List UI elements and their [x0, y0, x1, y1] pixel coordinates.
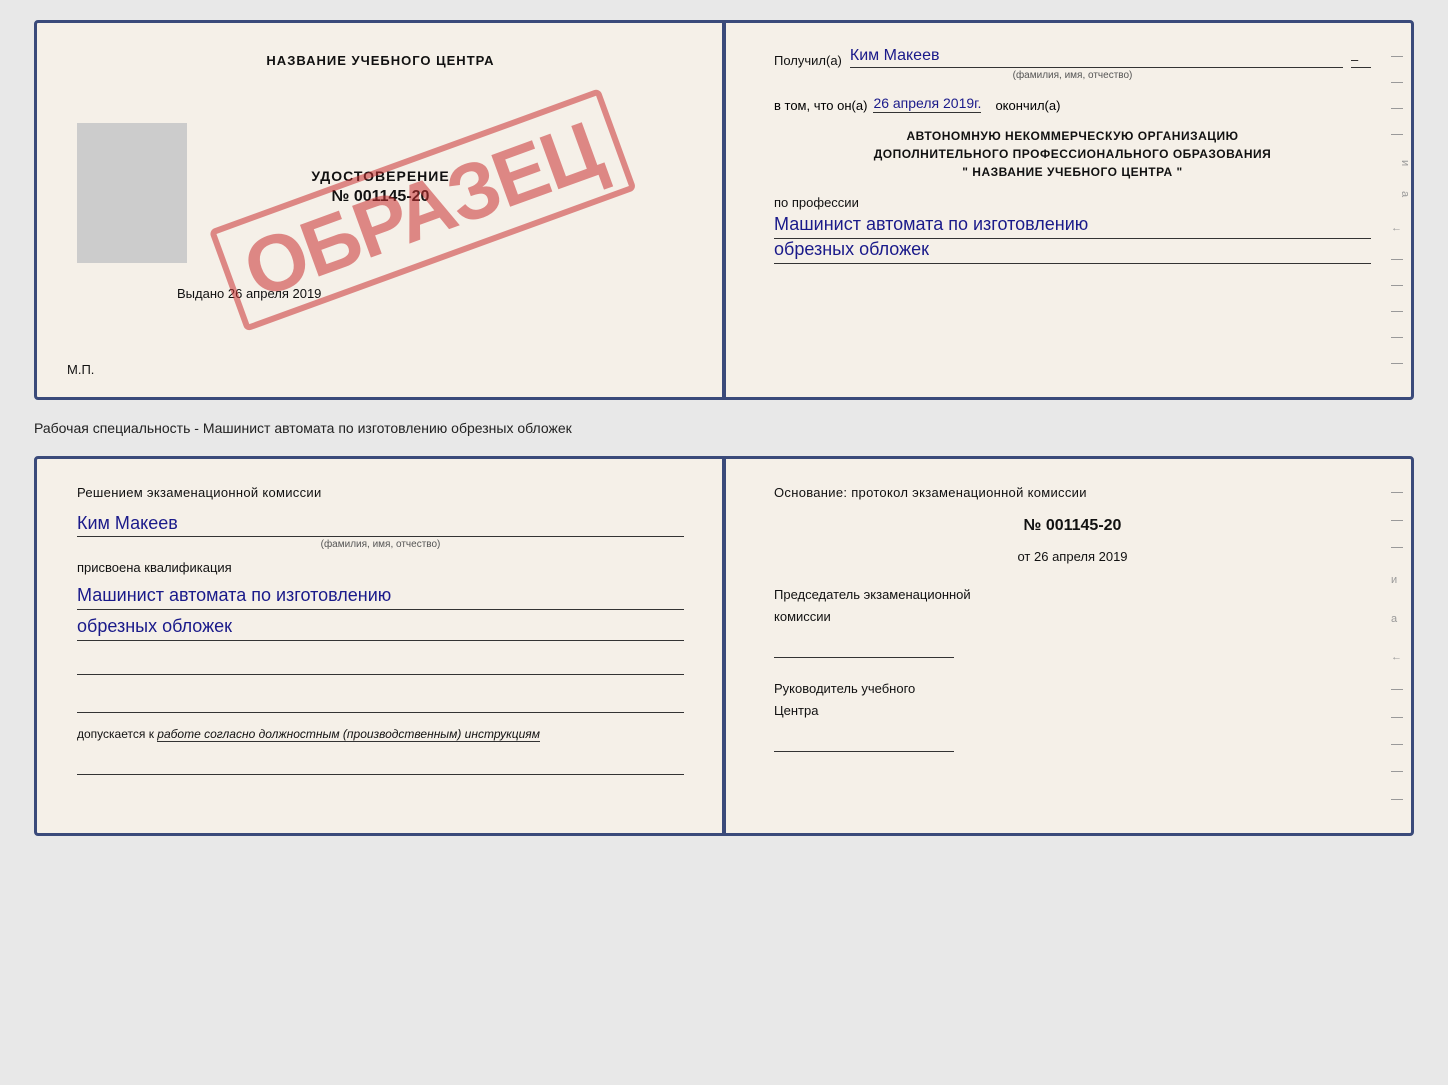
b-edge-line-2: [1391, 520, 1403, 521]
top-doc-left: НАЗВАНИЕ УЧЕБНОГО ЦЕНТРА ОБРАЗЕЦ УДОСТОВ…: [37, 23, 724, 397]
edge-line-9: [1391, 363, 1403, 364]
decision-text: Решением экзаменационной комиссии: [77, 483, 684, 503]
b-side-arrow: ←: [1391, 651, 1411, 663]
bottom-right-edge-decoration: и а ←: [1391, 459, 1411, 833]
b-edge-line-5: [1391, 717, 1403, 718]
b-side-а: а: [1391, 613, 1411, 625]
blank-line-3: [77, 755, 684, 775]
profession-block: по профессии Машинист автомата по изгото…: [774, 195, 1371, 264]
b-edge-line-8: [1391, 799, 1403, 800]
issue-date-value: 26 апреля 2019: [228, 286, 322, 301]
in-tom-date: 26 апреля 2019г.: [873, 95, 981, 113]
допускается-block: допускается к работе согласно должностны…: [77, 727, 684, 741]
from-label: от: [1017, 549, 1030, 564]
b-edge-line-6: [1391, 744, 1403, 745]
in-tom-label: в том, что он(а): [774, 98, 867, 113]
blank-line-1: [77, 655, 684, 675]
profession-line1: Машинист автомата по изготовлению: [774, 214, 1371, 239]
edge-line-3: [1391, 108, 1403, 109]
basis-text: Основание: протокол экзаменационной коми…: [774, 483, 1371, 503]
chairman-sig-line: [774, 634, 954, 658]
b-side-и: и: [1391, 574, 1411, 586]
mp-label: М.П.: [67, 362, 94, 377]
b-edge-line-7: [1391, 771, 1403, 772]
chairman-block: Председатель экзаменационной комиссии: [774, 586, 1371, 658]
assigned-text: присвоена квалификация: [77, 560, 684, 575]
qual-block: Машинист автомата по изготовлению обрезн…: [77, 585, 684, 641]
edge-line-5: [1391, 259, 1403, 260]
head-block: Руководитель учебного Центра: [774, 680, 1371, 752]
side-text-а: а: [1391, 191, 1411, 197]
bottom-name: Ким Макеев: [77, 513, 684, 537]
edge-line-4: [1391, 134, 1403, 135]
blank-line-2: [77, 693, 684, 713]
cert-number: № 001145-20: [332, 188, 430, 206]
b-edge-line-3: [1391, 547, 1403, 548]
finished-label: окончил(а): [995, 98, 1060, 113]
photo-area: [77, 123, 187, 263]
edge-line-8: [1391, 337, 1403, 338]
допускается-text: работе согласно должностным (производств…: [157, 727, 540, 742]
qual-line2: обрезных обложек: [77, 616, 684, 641]
issue-date: Выдано 26 апреля 2019: [177, 286, 321, 301]
issue-date-label: Выдано: [177, 286, 224, 301]
received-sub: (фамилия, имя, отчество): [774, 70, 1371, 81]
bottom-name-block: Ким Макеев (фамилия, имя, отчество): [77, 513, 684, 550]
b-edge-line-4: [1391, 689, 1403, 690]
chairman-label2: комиссии: [774, 608, 1371, 626]
org-line1: АВТОНОМНУЮ НЕКОММЕРЧЕСКУЮ ОРГАНИЗАЦИЮ: [774, 127, 1371, 145]
head-sig-line: [774, 728, 954, 752]
b-edge-line-1: [1391, 492, 1403, 493]
document-caption: Рабочая специальность - Машинист автомат…: [34, 416, 572, 440]
in-tom-row: в том, что он(а) 26 апреля 2019г. окончи…: [774, 95, 1371, 113]
right-edge-decoration: и а ←: [1391, 23, 1411, 397]
protocol-number-block: № 001145-20: [774, 517, 1371, 535]
side-text-arrow: ←: [1391, 222, 1411, 234]
protocol-date-block: от 26 апреля 2019: [774, 549, 1371, 564]
bottom-name-sub: (фамилия, имя, отчество): [77, 539, 684, 550]
top-document: НАЗВАНИЕ УЧЕБНОГО ЦЕНТРА ОБРАЗЕЦ УДОСТОВ…: [34, 20, 1414, 400]
org-block: АВТОНОМНУЮ НЕКОММЕРЧЕСКУЮ ОРГАНИЗАЦИЮ ДО…: [774, 127, 1371, 181]
received-label: Получил(а): [774, 53, 842, 68]
edge-line-6: [1391, 285, 1403, 286]
cert-title: УДОСТОВЕРЕНИЕ: [311, 168, 449, 184]
side-text-и: и: [1391, 160, 1411, 166]
protocol-number: № 001145-20: [774, 517, 1371, 535]
org-line3: " НАЗВАНИЕ УЧЕБНОГО ЦЕНТРА ": [774, 163, 1371, 181]
edge-line-1: [1391, 56, 1403, 57]
bottom-doc-left: Решением экзаменационной комиссии Ким Ма…: [37, 459, 724, 833]
head-label2: Центра: [774, 702, 1371, 720]
head-label1: Руководитель учебного: [774, 680, 1371, 698]
bottom-doc-right: Основание: протокол экзаменационной коми…: [724, 459, 1411, 833]
profession-line2: обрезных обложек: [774, 239, 1371, 264]
profession-label: по профессии: [774, 195, 1371, 210]
chairman-label1: Председатель экзаменационной: [774, 586, 1371, 604]
received-name: Ким Макеев: [850, 47, 1343, 68]
org-line2: ДОПОЛНИТЕЛЬНОГО ПРОФЕССИОНАЛЬНОГО ОБРАЗО…: [774, 145, 1371, 163]
received-row: Получил(а) Ким Макеев – (фамилия, имя, о…: [774, 47, 1371, 81]
from-date: 26 апреля 2019: [1034, 549, 1128, 564]
допускается-label: допускается к: [77, 727, 154, 741]
top-left-header: НАЗВАНИЕ УЧЕБНОГО ЦЕНТРА: [266, 53, 494, 68]
edge-line-7: [1391, 311, 1403, 312]
qual-line1: Машинист автомата по изготовлению: [77, 585, 684, 610]
document-container: НАЗВАНИЕ УЧЕБНОГО ЦЕНТРА ОБРАЗЕЦ УДОСТОВ…: [34, 20, 1414, 836]
top-doc-right: Получил(а) Ким Макеев – (фамилия, имя, о…: [724, 23, 1411, 397]
edge-line-2: [1391, 82, 1403, 83]
bottom-document: Решением экзаменационной комиссии Ким Ма…: [34, 456, 1414, 836]
